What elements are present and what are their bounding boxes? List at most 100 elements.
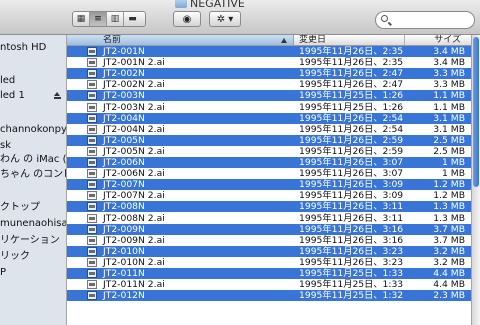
table-row[interactable]: JT2-006N 2.ai 1995年11月26日、3:07 1 MB [67,168,471,179]
table-row[interactable]: JT2-009N 2.ai 1995年11月26日、3:16 3.7 MB [67,235,471,246]
table-row[interactable]: JT2-004N 2.ai 1995年11月26日、2:54 3.1 MB [67,124,471,135]
sidebar-item-applications[interactable]: リケーション [0,234,60,248]
sidebar-item-untitled[interactable]: led [0,74,15,88]
file-date: 1995年11月26日、2:47 [299,68,404,80]
file-date: 1995年11月26日、2:35 [299,46,404,57]
file-name: JT2-009N 2.ai [103,234,165,246]
search-field[interactable] [375,11,475,29]
table-row[interactable]: JT2-007N 2.ai 1995年11月26日、3:09 1.2 MB [67,190,471,201]
table-row[interactable]: JT2-011N 2.ai 1995年11月25日、1:33 4.4 MB [67,279,471,290]
table-row[interactable]: JT2-002N 2.ai 1995年11月26日、2:47 3.3 MB [67,79,471,90]
file-size: 1.1 MB [433,90,465,102]
table-row[interactable]: JT2-008N 1995年11月26日、3:11 1.3 MB [67,201,471,213]
list-view-button[interactable]: ≡ [90,12,107,26]
eye-icon: ◉ [182,13,192,25]
sidebar-item-music[interactable]: リック [0,250,30,264]
sidebar-item-channokonpy[interactable]: channokonpy [0,123,67,137]
file-list: 名前 変更日 サイズ JT2-001N 1995年11月26日、2:35 3.4 M… [67,35,471,325]
coverflow-view-button[interactable]: ▬ [124,12,141,26]
table-row[interactable]: JT2-004N 1995年11月26日、2:54 3.1 MB [67,112,471,124]
column-header-bar: 名前 変更日 サイズ [67,35,471,46]
file-size: 4.4 MB [433,279,465,291]
table-row[interactable]: JT2-008N 2.ai 1995年11月26日、3:11 1.3 MB [67,213,471,224]
file-icon [87,224,97,234]
sidebar-item-macintosh-hd[interactable]: ntosh HD [0,41,46,55]
column-header-name[interactable]: 名前 [67,35,294,45]
file-size: 4.4 MB [433,268,465,279]
sidebar-item-label: リケーション [0,235,60,246]
search-input[interactable] [392,13,474,29]
file-size: 3.7 MB [433,234,465,246]
table-row[interactable]: JT2-003N 1995年11月25日、1:26 1.1 MB [67,90,471,102]
table-row[interactable]: JT2-010N 1995年11月26日、3:23 3.2 MB [67,245,471,257]
table-row[interactable]: JT2-012N 1995年11月25日、1:32 2.3 MB [67,290,471,302]
eject-icon[interactable] [54,92,61,99]
sidebar-item-computer[interactable]: ちゃん のコンピ… [0,168,66,182]
table-row[interactable]: JT2-002N 1995年11月26日、2:47 3.3 MB [67,68,471,80]
file-name: JT2-004N 2.ai [103,123,165,135]
file-size: 1.2 MB [433,190,465,202]
list-icon: ≡ [94,14,102,24]
scrollbar-thumb[interactable] [473,37,479,187]
sidebar-item-label: sk [0,140,12,151]
file-date: 1995年11月25日、1:33 [299,279,404,291]
table-row[interactable]: JT2-001N 1995年11月26日、2:35 3.4 MB [67,46,471,57]
column-header-size[interactable]: サイズ [404,35,471,45]
file-size: 3.4 MB [433,46,465,57]
file-date: 1995年11月26日、3:11 [299,201,404,213]
file-name: JT2-002N [103,68,145,80]
sidebar-item-label: led [0,75,16,86]
table-row[interactable]: JT2-011N 1995年11月25日、1:33 4.4 MB [67,268,471,279]
column-view-button[interactable]: ▥ [107,12,124,26]
sidebar-item-label: channokonpy [0,124,67,135]
file-name: JT2-002N 2.ai [103,79,165,91]
file-name: JT2-003N [103,90,145,102]
icon-view-button[interactable]: ▦ [73,12,90,26]
file-size: 1.3 MB [433,201,465,213]
column-header-size-label: サイズ [434,35,461,45]
action-menu-button[interactable]: ✲ ▾ [209,11,241,27]
sidebar-item-untitled-1[interactable]: led 1 [0,89,25,103]
file-size: 3.7 MB [433,223,465,235]
sidebar-item-pictures[interactable]: P [0,266,6,280]
table-row[interactable]: JT2-007N 1995年11月26日、3:09 1.2 MB [67,179,471,191]
file-date: 1995年11月25日、1:26 [299,90,404,102]
file-name: JT2-009N [103,223,145,235]
file-size: 2.5 MB [433,145,465,157]
file-icon [87,213,97,223]
column-header-name-label: 名前 [103,35,122,45]
table-row[interactable]: JT2-003N 2.ai 1995年11月25日、1:26 1.1 MB [67,102,471,113]
file-date: 1995年11月26日、2:35 [299,57,404,69]
file-icon [87,113,97,123]
folder-icon [175,0,187,8]
sidebar-item-imac[interactable]: わん の iMac (10) [0,153,67,167]
column-header-date[interactable]: 変更日 [293,35,405,45]
file-name: JT2-001N [103,46,145,57]
file-name: JT2-003N 2.ai [103,101,165,113]
file-name: JT2-006N 2.ai [103,168,165,180]
sidebar-item-home[interactable]: munenaohisa [0,217,66,231]
sidebar-item-disk[interactable]: sk [0,139,11,153]
file-name: JT2-010N 2.ai [103,256,165,268]
file-icon [87,169,97,179]
sidebar-item-label: わん の iMac (10) [0,154,67,165]
vertical-scrollbar[interactable] [471,35,480,325]
file-icon [87,280,97,290]
table-row[interactable]: JT2-009N 1995年11月26日、3:16 3.7 MB [67,223,471,235]
table-row[interactable]: JT2-006N 1995年11月26日、3:07 1 MB [67,157,471,168]
file-icon [87,69,97,79]
grid-icon: ▦ [76,14,86,24]
table-row[interactable]: JT2-001N 2.ai 1995年11月26日、2:35 3.4 MB [67,57,471,68]
search-icon [381,15,388,22]
quick-look-button[interactable]: ◉ [173,11,201,27]
column-header-date-label: 変更日 [299,35,327,45]
file-date: 1995年11月26日、3:23 [299,245,404,257]
table-row[interactable]: JT2-010N 2.ai 1995年11月26日、3:23 3.2 MB [67,257,471,268]
file-date: 1995年11月26日、3:11 [299,212,404,224]
sidebar-item-desktop[interactable]: クトップ [0,201,40,215]
file-name: JT2-004N [103,112,145,124]
table-row[interactable]: JT2-005N 2.ai 1995年11月26日、2:59 2.5 MB [67,146,471,157]
table-row[interactable]: JT2-005N 1995年11月26日、2:59 2.5 MB [67,134,471,146]
file-name: JT2-008N 2.ai [103,212,165,224]
file-name: JT2-007N [103,179,145,191]
